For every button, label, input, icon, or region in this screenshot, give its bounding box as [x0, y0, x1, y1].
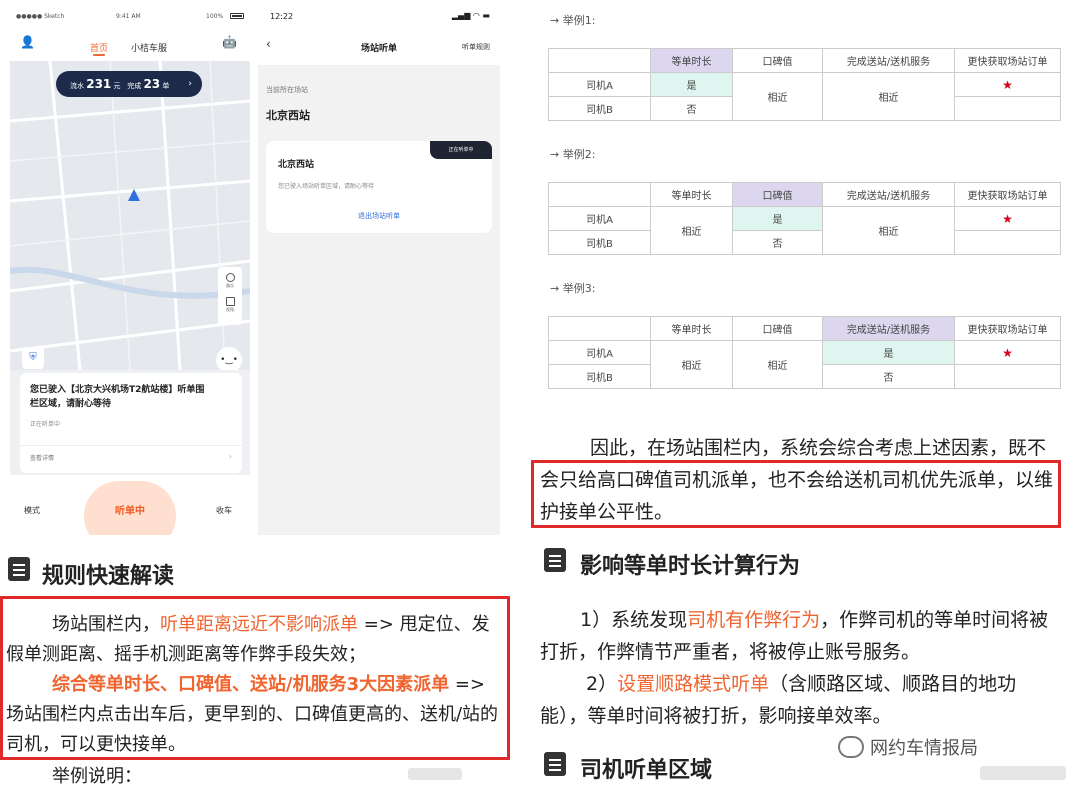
watermark: 网约车情报局 — [870, 738, 978, 759]
blurred-area — [980, 766, 1066, 780]
chevron-right-icon: › — [188, 79, 192, 89]
view-details-link[interactable]: 查看详情 — [30, 453, 54, 462]
driver-app-home-screen: ●●●●● Sketch 9:41 AM 100% 👤 首页 小桔车服 🤖 流水… — [10, 5, 250, 535]
wechat-icon — [838, 736, 864, 758]
status-time: 12:22 — [270, 12, 294, 21]
map-controls[interactable]: 路况 视角 — [218, 267, 242, 325]
example-3-label: → 举例3: — [550, 282, 596, 295]
listening-button[interactable]: 听单中 — [100, 497, 160, 527]
highlight-box-right — [531, 460, 1061, 528]
highlight-factors: 综合等单时长、口碑值、送站/机服务3大因素派单 — [52, 674, 450, 695]
section-heading-listening-area: 司机听单区域 — [580, 758, 713, 783]
document-icon — [544, 752, 566, 776]
mode-button[interactable]: 模式 — [24, 505, 40, 516]
orders-value: 23 — [143, 77, 161, 91]
status-badge: 正在听单中 — [430, 141, 492, 159]
rule-paragraph-2: 综合等单时长、口碑值、送站/机服务3大因素派单 => 场站围栏内点击出车后，更早… — [6, 674, 499, 755]
user-icon[interactable]: 👤 — [20, 35, 35, 49]
robot-icon[interactable]: 🤖 — [222, 35, 237, 49]
star-icon: ★ — [954, 206, 1061, 231]
example-3-table: 等单时长 口碑值 完成送站/送机服务 更快获取场站订单 司机A 相近 相近 是 … — [548, 316, 1061, 389]
location-label: 当前所在场站 — [266, 86, 308, 94]
highlight-route-mode: 设置顺路模式听单 — [617, 673, 770, 695]
map-view[interactable]: 流水 231 元 完成 23 单 › 路况 视角 ⛨ •‿• — [10, 61, 250, 370]
example-1-label: → 举例1: — [550, 14, 596, 27]
divider — [20, 445, 242, 446]
driver-a: 司机A — [548, 340, 651, 365]
earnings-pill[interactable]: 流水 231 元 完成 23 单 › — [56, 71, 202, 97]
example-2-label: → 举例2: — [550, 148, 596, 161]
driver-a: 司机A — [548, 72, 651, 97]
station-name: 北京西站 — [278, 160, 315, 170]
document-icon — [8, 557, 30, 581]
fence-status-card: 您已驶入【北京大兴机场T2航站楼】听单围栏区域，请耐心等待 正在听单中 查看详情… — [20, 373, 242, 473]
fence-status-text: 您已驶入【北京大兴机场T2航站楼】听单围栏区域，请耐心等待 — [30, 385, 205, 409]
listening-status: 正在听单中 — [30, 421, 61, 428]
rule-paragraph-1: 场站围栏内，听单距离远近不影响派单 => 甩定位、发假单测距离、摇手机测距离等作… — [6, 614, 490, 665]
document-icon — [544, 548, 566, 572]
location-name: 北京西站 — [266, 109, 310, 122]
assistant-icon[interactable]: •‿• — [216, 347, 242, 370]
station-card: 正在听单中 北京西站 您已驶入场站听单区域，请耐心等待 退出场站听单 — [266, 141, 492, 233]
example-2-table: 等单时长 口碑值 完成送站/送机服务 更快获取场站订单 司机A 相近 是 相近 … — [548, 182, 1061, 255]
carrier: ●●●●● Sketch — [16, 13, 65, 20]
traffic-icon[interactable] — [225, 273, 235, 282]
star-icon: ★ — [954, 340, 1061, 365]
example-1-table: 等单时长 口碑值 完成送站/送机服务 更快获取场站订单 司机A 是 相近 相近 … — [548, 48, 1061, 121]
section-heading-wait-time: 影响等单时长计算行为 — [580, 554, 801, 579]
section-heading-rules: 规则快速解读 — [42, 564, 175, 589]
shield-icon[interactable]: ⛨ — [22, 347, 44, 369]
earnings-value: 231 — [86, 77, 112, 91]
driver-a: 司机A — [548, 206, 651, 231]
screenshot-collage: ●●●●● Sketch 9:41 AM 100% 👤 首页 小桔车服 🤖 流水… — [0, 0, 1080, 796]
highlight-cheating: 司机有作弊行为 — [687, 609, 821, 631]
driver-b: 司机B — [548, 96, 651, 121]
driver-b: 司机B — [548, 364, 651, 389]
signal-wifi-battery-icon: ▂▄▆ ◠ ▬ — [451, 11, 490, 20]
tab-car-service[interactable]: 小桔车服 — [131, 41, 167, 54]
chevron-right-icon: › — [228, 452, 232, 461]
wait-time-item-1: 1）系统发现司机有作弊行为，作弊司机的等单时间将被打折，作弊情节严重者，将被停止… — [540, 609, 1049, 663]
nav-header: ‹ 场站听单 听单规则 — [258, 29, 500, 65]
app-header: 👤 首页 小桔车服 🤖 — [10, 27, 250, 61]
rules-link[interactable]: 听单规则 — [462, 42, 490, 52]
battery-icon — [230, 13, 244, 19]
station-desc: 您已驶入场站听单区域，请耐心等待 — [278, 183, 375, 190]
view-icon[interactable] — [225, 297, 235, 306]
driver-b: 司机B — [548, 230, 651, 255]
tab-home[interactable]: 首页 — [90, 41, 108, 56]
star-icon: ★ — [954, 72, 1061, 97]
battery-percent: 100% — [206, 13, 224, 20]
stop-button[interactable]: 收车 — [216, 505, 232, 516]
bottom-bar: 模式 听单中 收车 — [10, 475, 250, 535]
example-label: 举例说明： — [52, 766, 142, 787]
wait-time-item-2: 2）设置顺路模式听单（含顺路区域、顺路目的地功能），等单时间将被打折，影响接单效… — [540, 673, 1017, 727]
blurred-area — [408, 768, 462, 780]
status-time: 9:41 AM — [116, 13, 141, 20]
map-roads — [10, 61, 250, 370]
station-listening-screen: 12:22 ▂▄▆ ◠ ▬ ‹ 场站听单 听单规则 当前所在场站 北京西站 正在… — [258, 5, 500, 535]
status-bar: ●●●●● Sketch 9:41 AM 100% — [10, 5, 250, 27]
highlight-distance: 听单距离远近不影响派单 — [160, 614, 358, 635]
navigation-arrow-icon — [128, 189, 140, 201]
status-bar: 12:22 ▂▄▆ ◠ ▬ — [258, 5, 500, 29]
exit-listening-button[interactable]: 退出场站听单 — [266, 211, 492, 221]
